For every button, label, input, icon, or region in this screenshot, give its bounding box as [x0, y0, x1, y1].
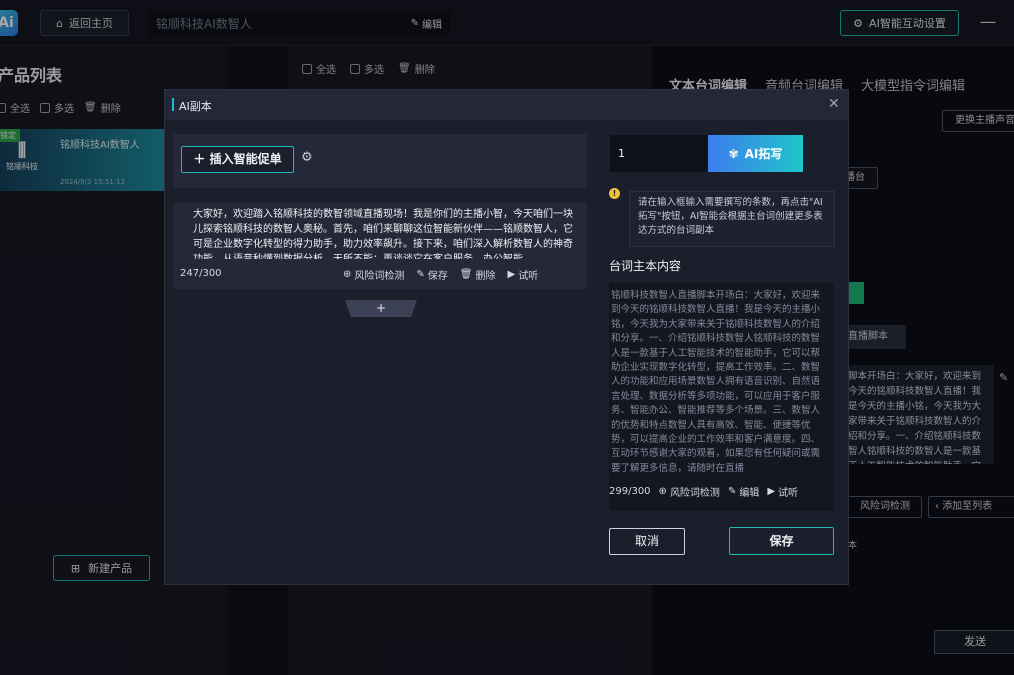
- expand-hint: 请在输入框输入需要撰写的条数，再点击"AI拓写"按钮，AI智能会根据主台词创建更…: [629, 191, 835, 247]
- search-icon: ⊕: [658, 486, 667, 497]
- listen-label: 试听: [518, 271, 539, 282]
- delete-button[interactable]: 🗑 删除: [460, 267, 496, 282]
- edit-label: 编辑: [739, 488, 760, 499]
- gear-icon[interactable]: ⚙: [301, 150, 313, 165]
- edit-icon: ✎: [727, 486, 737, 497]
- warning-icon: !: [609, 188, 620, 199]
- risk-word-check-label: 风险词检测: [354, 271, 405, 282]
- ai-expand-label: AI拓写: [744, 147, 783, 161]
- risk-word-check-button[interactable]: ⊕ 风险词检测: [343, 267, 404, 282]
- insert-panel: ＋ 插入智能促单 ⚙: [173, 134, 587, 188]
- trash-icon: 🗑: [459, 269, 473, 280]
- save-button[interactable]: 保存: [729, 527, 834, 555]
- title-accent-bar: [172, 98, 174, 111]
- play-icon: ▶: [507, 269, 516, 280]
- add-copy-button[interactable]: +: [345, 300, 417, 317]
- save-label: 保存: [427, 271, 448, 282]
- search-icon: ⊕: [343, 269, 352, 280]
- cancel-button[interactable]: 取消: [609, 528, 685, 555]
- main-script-text: 铭顺科技数智人直播脚本开场白：大家好，欢迎来到今天的铭顺科技数智人直播！我是今天…: [611, 290, 821, 474]
- delete-label: 删除: [475, 271, 496, 282]
- save-button[interactable]: ✎ 保存: [416, 267, 447, 282]
- script-copy-item: 大家好，欢迎踏入铭顺科技的数智领域直播现场！我是你们的主播小智，今天咱们一块儿探…: [173, 203, 587, 289]
- insert-smart-promo-label: 插入智能促单: [209, 152, 282, 166]
- insert-smart-promo-button[interactable]: ＋ 插入智能促单: [181, 146, 294, 173]
- ai-expand-button[interactable]: ✾ AI拓写: [708, 135, 803, 172]
- listen-button[interactable]: ▶ 试听: [507, 267, 538, 282]
- risk-word-check-label: 风险词检测: [669, 488, 720, 499]
- ai-copy-dialog: AI副本 ✕ ＋ 插入智能促单 ⚙ 大家好，欢迎踏入铭顺科技的数智领域直播现场！…: [164, 89, 849, 585]
- close-icon[interactable]: ✕: [828, 96, 840, 112]
- dialog-header: AI副本 ✕: [165, 90, 848, 120]
- play-icon: ▶: [767, 486, 776, 497]
- script-copy-count: 247/300: [180, 268, 222, 279]
- edit-icon: ✎: [416, 269, 425, 280]
- main-script-count: 299/300: [609, 486, 651, 497]
- script-copy-actions: ⊕ 风险词检测 ✎ 保存 🗑 删除 ▶ 试听: [343, 267, 538, 282]
- main-script-box: 铭顺科技数智人直播脚本开场白：大家好，欢迎来到今天的铭顺科技数智人直播！我是今天…: [609, 283, 834, 511]
- main-script-label: 台词主本内容: [609, 259, 682, 273]
- listen-button[interactable]: ▶ 试听: [767, 484, 798, 499]
- copy-count-input[interactable]: 1: [610, 135, 708, 172]
- ai-sparkle-icon: ✾: [728, 146, 739, 161]
- edit-button[interactable]: ✎ 编辑: [728, 484, 759, 499]
- risk-word-check-button[interactable]: ⊕ 风险词检测: [659, 484, 720, 499]
- dialog-title: AI副本: [179, 100, 212, 113]
- plus-icon: ＋: [193, 152, 206, 166]
- script-copy-text[interactable]: 大家好，欢迎踏入铭顺科技的数智领域直播现场！我是你们的主播小智，今天咱们一块儿探…: [193, 207, 581, 259]
- listen-label: 试听: [778, 488, 799, 499]
- main-script-actions: 299/300 ⊕ 风险词检测 ✎ 编辑 ▶ 试听: [609, 484, 831, 499]
